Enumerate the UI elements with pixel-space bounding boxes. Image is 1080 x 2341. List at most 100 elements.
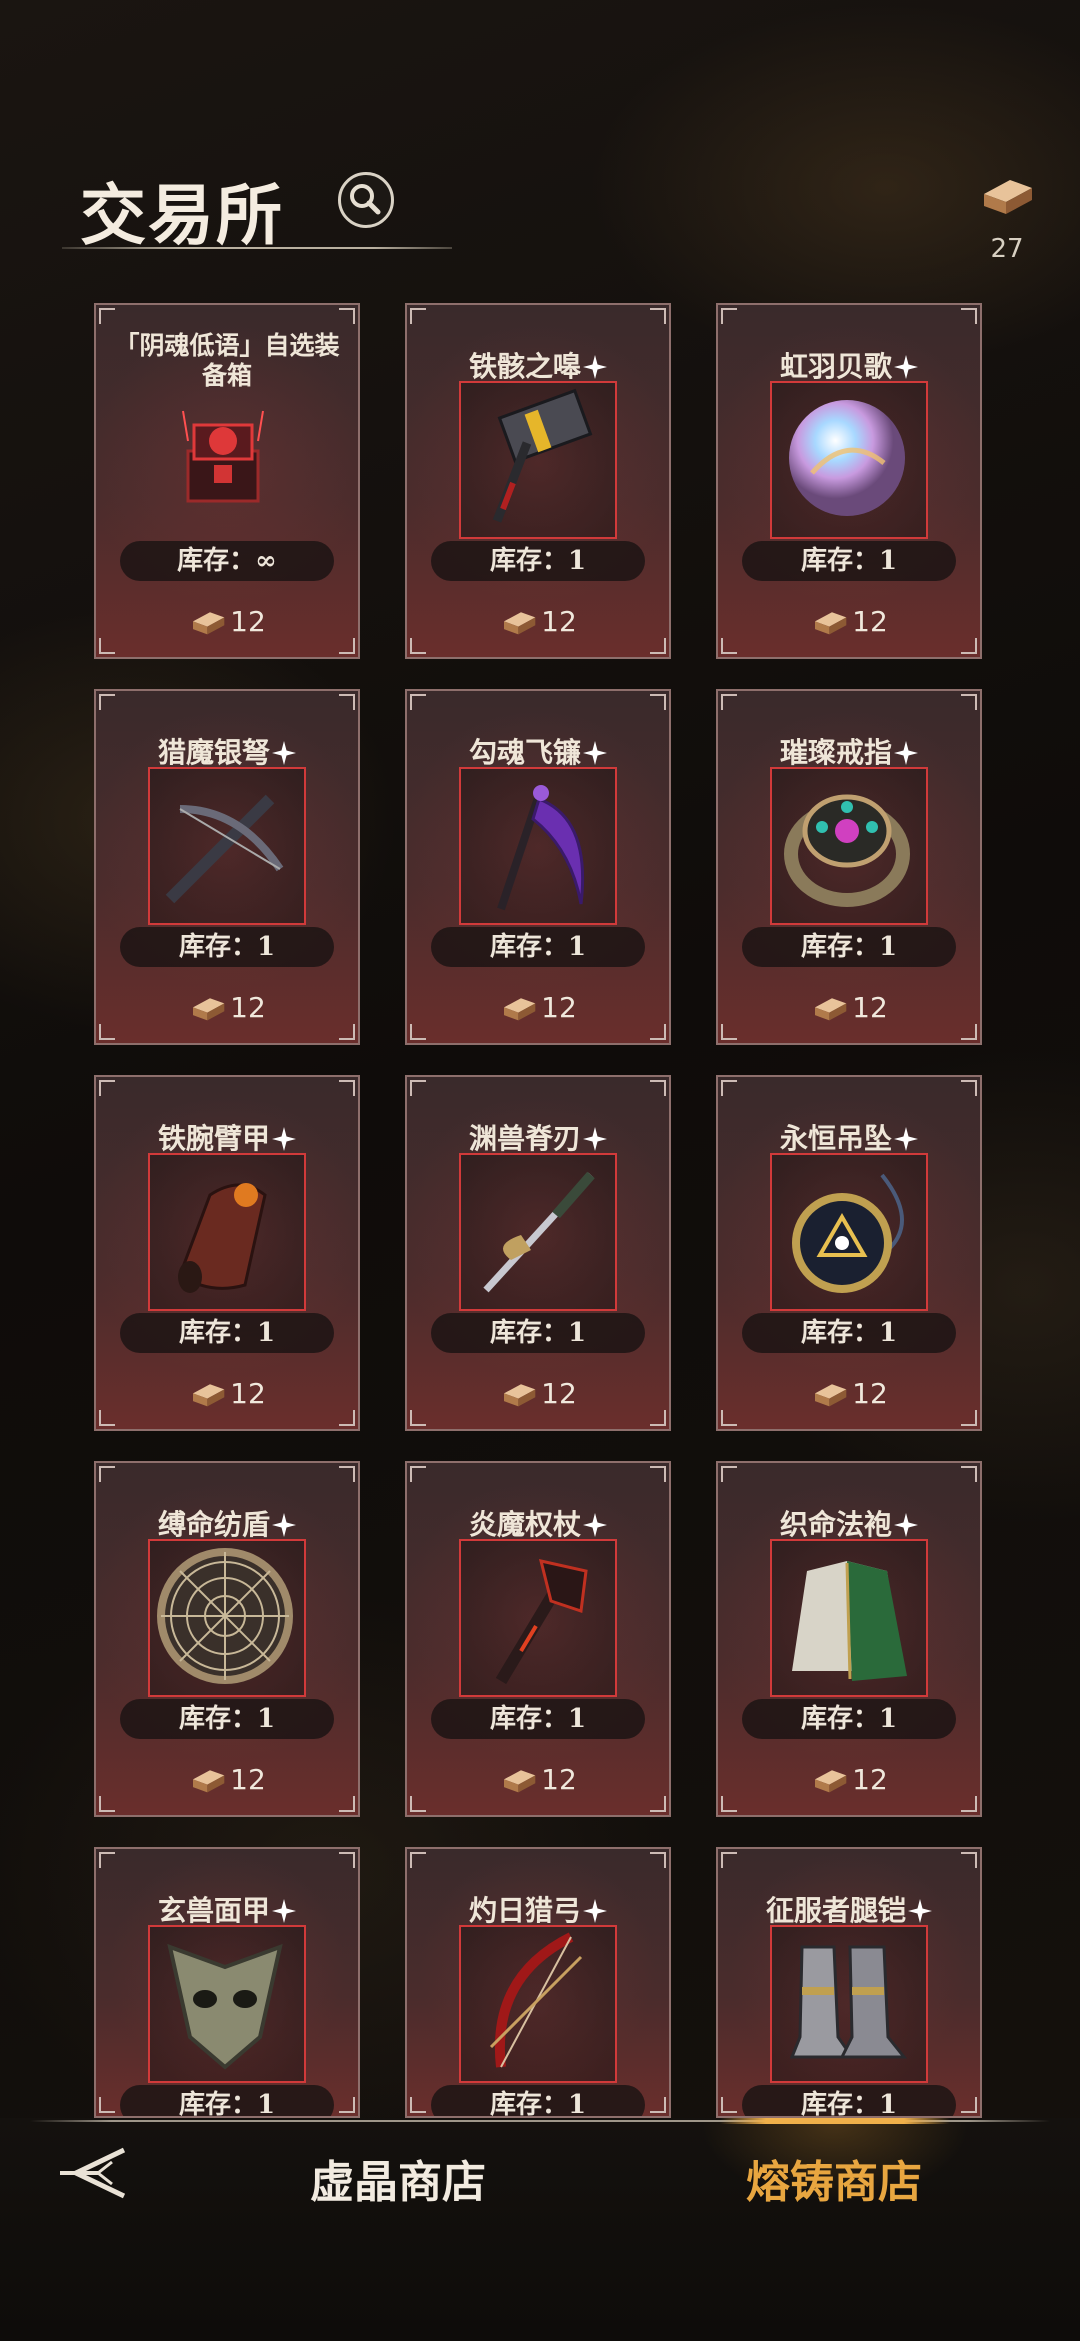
item-stock: 库存：1: [120, 1699, 334, 1739]
item-name: 缚命纺盾: [104, 1503, 350, 1543]
sparkle-icon: [583, 1899, 607, 1923]
ingot-icon: [504, 612, 536, 635]
currency-count: 27: [990, 234, 1024, 264]
sparkle-icon: [894, 355, 918, 379]
item-stock: 库存：1: [120, 2085, 334, 2116]
item-name: 铁腕臂甲: [104, 1117, 350, 1157]
shop-item-card[interactable]: 猎魔银弩库存：1 12: [94, 689, 360, 1045]
sparkle-icon: [583, 1513, 607, 1537]
ingot-icon: [815, 998, 847, 1021]
item-stock: 库存：1: [742, 2085, 956, 2116]
item-price: 12: [407, 605, 669, 641]
ingot-icon: [193, 1770, 225, 1793]
tab-forge-shop[interactable]: 熔铸商店: [746, 2146, 922, 2210]
item-name: 织命法袍: [726, 1503, 972, 1543]
item-name: 炎魔权杖: [415, 1503, 661, 1543]
sparkle-icon: [272, 1513, 296, 1537]
item-price: 12: [96, 991, 358, 1027]
item-price: 12: [718, 1377, 980, 1413]
ingot-icon: [193, 612, 225, 635]
tab-vcrystal-shop[interactable]: 虚晶商店: [310, 2146, 486, 2210]
shop-item-card[interactable]: 征服者腿铠库存：112: [716, 1847, 982, 2118]
sparkle-icon: [272, 741, 296, 765]
item-name: 永恒吊坠: [726, 1117, 972, 1157]
ingot-icon: [193, 1384, 225, 1407]
item-stock: 库存：1: [742, 541, 956, 581]
item-stock: 库存：1: [120, 927, 334, 967]
item-price: 12: [96, 1763, 358, 1799]
sparkle-icon: [894, 1513, 918, 1537]
cursed-chest-icon: [148, 381, 306, 539]
pendant-icon: [770, 1153, 928, 1311]
item-name: 征服者腿铠: [726, 1889, 972, 1929]
back-arrow-icon: [60, 2147, 126, 2199]
back-button[interactable]: [54, 2142, 138, 2204]
scythe-icon: [459, 767, 617, 925]
shop-item-card[interactable]: 缚命纺盾库存：1 12: [94, 1461, 360, 1817]
shop-item-card[interactable]: 铁骸之嗥库存：1 12: [405, 303, 671, 659]
blade-icon: [459, 1153, 617, 1311]
ingot-icon: [815, 1770, 847, 1793]
mask-icon: [148, 1925, 306, 2083]
ingot-icon: [815, 1384, 847, 1407]
item-name: 灼日猎弓: [415, 1889, 661, 1929]
item-stock: 库存：1: [742, 1699, 956, 1739]
robe-icon: [770, 1539, 928, 1697]
item-price: 12: [96, 1377, 358, 1413]
item-stock: 库存：∞: [120, 541, 334, 581]
item-stock: 库存：1: [120, 1313, 334, 1353]
item-name: 璀璨戒指: [726, 731, 972, 771]
ingot-icon: [504, 998, 536, 1021]
item-stock: 库存：1: [431, 541, 645, 581]
active-tab-indicator: [720, 2118, 950, 2124]
item-price: 12: [718, 991, 980, 1027]
item-name: 虹羽贝歌: [726, 345, 972, 385]
item-name: 勾魂飞镰: [415, 731, 661, 771]
sparkle-icon: [583, 1127, 607, 1151]
shop-item-card[interactable]: 铁腕臂甲库存：1 12: [94, 1075, 360, 1431]
title-underline: [62, 247, 452, 249]
hammer-icon: [459, 381, 617, 539]
ingot-icon: [504, 1384, 536, 1407]
item-name: 猎魔银弩: [104, 731, 350, 771]
shop-item-card[interactable]: 炎魔权杖库存：1 12: [405, 1461, 671, 1817]
item-price: 12: [407, 1763, 669, 1799]
shop-item-card[interactable]: 虹羽贝歌库存：1 12: [716, 303, 982, 659]
item-name: 铁骸之嗥: [415, 345, 661, 385]
shop-item-card[interactable]: 璀璨戒指库存：1 12: [716, 689, 982, 1045]
sparkle-icon: [272, 1127, 296, 1151]
shop-item-card[interactable]: 永恒吊坠 库存：1 12: [716, 1075, 982, 1431]
item-stock: 库存：1: [431, 1699, 645, 1739]
item-price: 12: [718, 605, 980, 641]
search-button[interactable]: [338, 172, 394, 228]
ring-icon: [770, 767, 928, 925]
search-icon: [350, 184, 381, 215]
bow-icon: [459, 1925, 617, 2083]
sparkle-icon: [583, 741, 607, 765]
ingot-icon: [504, 1770, 536, 1793]
shop-item-card[interactable]: 渊兽脊刃 库存：1 12: [405, 1075, 671, 1431]
item-price: 12: [718, 1763, 980, 1799]
shop-item-card[interactable]: 「阴魂低语」自选装备箱 库存：∞ 12: [94, 303, 360, 659]
ingot-icon: [193, 998, 225, 1021]
item-name: 玄兽面甲: [104, 1889, 350, 1929]
greaves-icon: [770, 1925, 928, 2083]
web-shield-icon: [148, 1539, 306, 1697]
crossbow-icon: [148, 767, 306, 925]
shop-item-card[interactable]: 玄兽面甲库存：112: [94, 1847, 360, 2118]
scepter-icon: [459, 1539, 617, 1697]
item-price: 12: [407, 991, 669, 1027]
ingot-icon: [984, 180, 1032, 214]
item-stock: 库存：1: [742, 927, 956, 967]
item-price: 12: [96, 605, 358, 641]
shop-item-card[interactable]: 勾魂飞镰 库存：1 12: [405, 689, 671, 1045]
sparkle-icon: [272, 1899, 296, 1923]
sparkle-icon: [894, 1127, 918, 1151]
currency-display[interactable]: 27: [978, 172, 1036, 264]
item-name: 渊兽脊刃: [415, 1117, 661, 1157]
sparkle-icon: [908, 1899, 932, 1923]
sparkle-icon: [583, 355, 607, 379]
shop-item-card[interactable]: 织命法袍库存：1 12: [716, 1461, 982, 1817]
shop-item-card[interactable]: 灼日猎弓库存：112: [405, 1847, 671, 2118]
item-price: 12: [407, 1377, 669, 1413]
